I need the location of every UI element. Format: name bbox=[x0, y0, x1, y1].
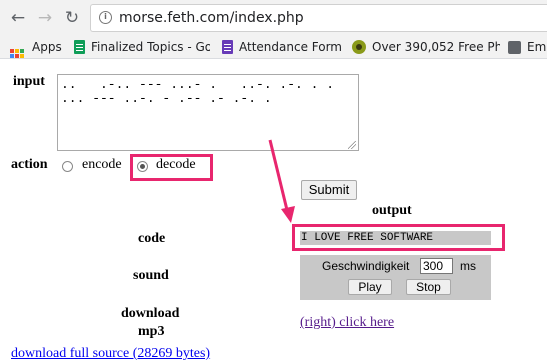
source-download-link[interactable]: download full source (28269 bytes) bbox=[11, 346, 210, 362]
mp3-label: mp3 bbox=[138, 324, 165, 339]
sound-panel: Geschwindigkeit 300 ms Play Stop bbox=[300, 255, 491, 300]
speed-input[interactable]: 300 bbox=[420, 258, 453, 274]
download-label: download bbox=[121, 306, 180, 321]
speed-unit: ms bbox=[460, 259, 476, 273]
annotation-arrow bbox=[268, 139, 295, 223]
stop-button[interactable]: Stop bbox=[406, 279, 451, 295]
speed-label: Geschwindigkeit bbox=[322, 259, 410, 273]
sound-label: sound bbox=[133, 268, 169, 283]
play-button[interactable]: Play bbox=[348, 279, 392, 295]
output-highlight-box bbox=[292, 224, 505, 251]
mp3-download-link[interactable]: (right) click here bbox=[300, 315, 394, 331]
output-heading: output bbox=[372, 203, 412, 218]
code-label: code bbox=[138, 231, 166, 246]
